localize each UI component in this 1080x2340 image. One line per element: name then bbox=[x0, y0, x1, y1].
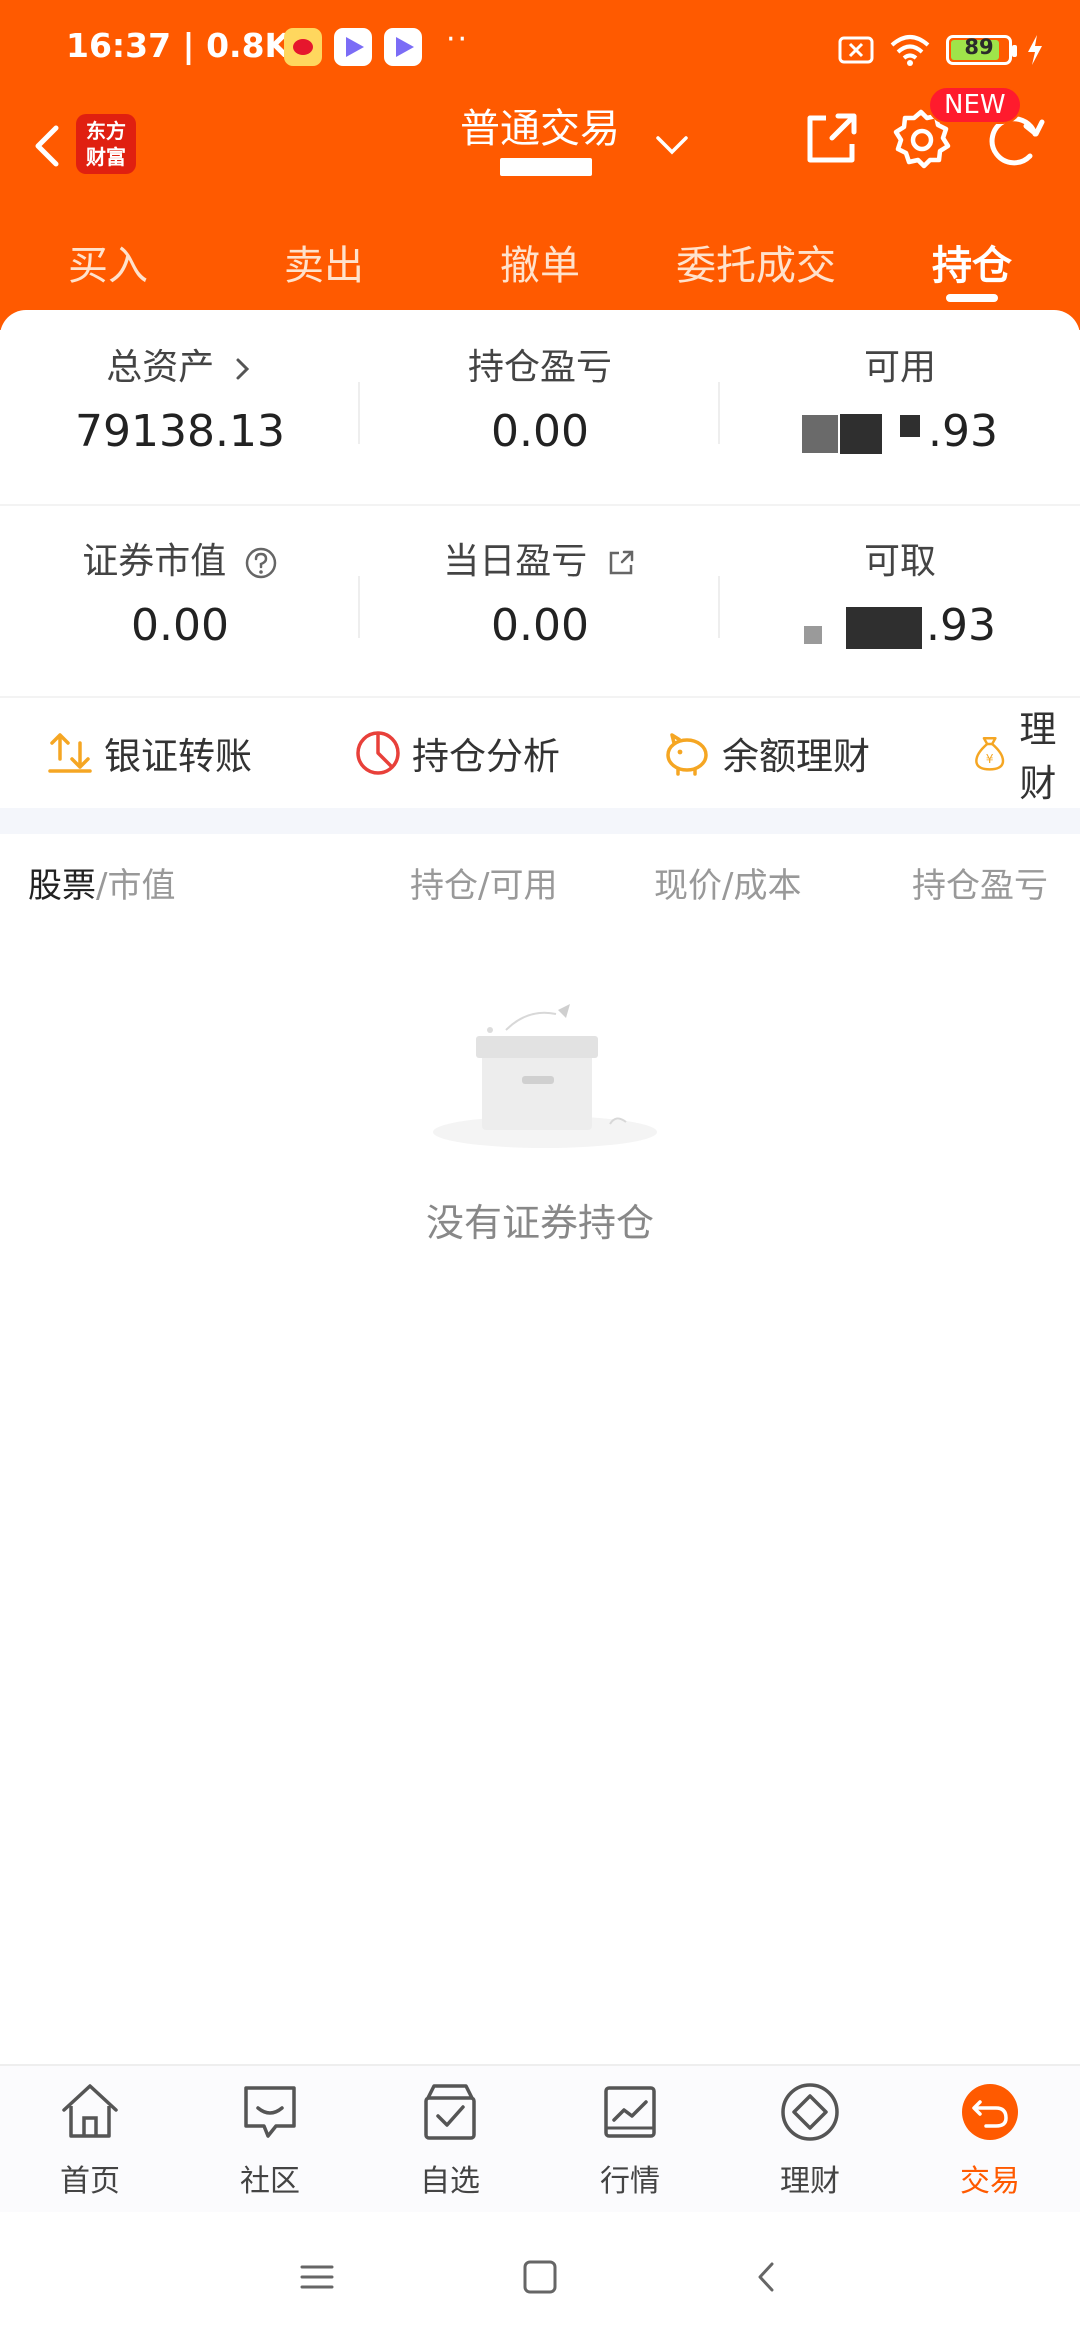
charging-icon bbox=[1028, 35, 1042, 65]
redaction-mask bbox=[804, 626, 822, 644]
brand-logo: 东方 财富 bbox=[76, 114, 136, 174]
column-stock-value[interactable]: 股票/市值 bbox=[28, 858, 175, 907]
status-bar: 16:37 | 0.8K/s ·· 89 bbox=[0, 0, 1080, 96]
market-icon bbox=[604, 2086, 656, 2138]
withdrawable-value: .93 bbox=[720, 598, 1080, 654]
new-badge: NEW bbox=[928, 86, 1022, 124]
money-bag-icon: ¥ bbox=[975, 737, 1005, 771]
pie-chart-icon bbox=[356, 731, 400, 775]
daily-pnl-label: 当日盈亏 bbox=[443, 541, 588, 582]
available-funds: 可用 .93 bbox=[720, 342, 1080, 460]
positions-table-header: 股票/市值 持仓/可用 现价/成本 持仓盈亏 bbox=[0, 834, 1080, 930]
bottom-nav-trade[interactable]: 交易 bbox=[900, 2080, 1080, 2200]
tab-orders[interactable]: 委托成交 bbox=[650, 226, 862, 306]
status-indicators: 89 bbox=[838, 30, 1044, 70]
header: 16:37 | 0.8K/s ·· 89 东方 财富 普通交易 NEW 买入 卖… bbox=[0, 0, 1080, 330]
svg-text:¥: ¥ bbox=[986, 752, 994, 766]
redaction-mask bbox=[846, 607, 922, 649]
battery-percent: 89 bbox=[964, 35, 994, 59]
system-nav-bar bbox=[0, 2212, 1080, 2340]
quick-actions: 银证转账 持仓分析 余额理财 ¥ 理财 bbox=[0, 696, 1080, 806]
total-assets-label: 总资产 bbox=[106, 347, 215, 388]
wealth-icon bbox=[781, 2083, 839, 2141]
bottom-nav-market[interactable]: 行情 bbox=[540, 2080, 720, 2200]
position-analysis-button[interactable]: 持仓分析 bbox=[354, 698, 560, 808]
available-label: 可用 bbox=[863, 347, 936, 388]
divider bbox=[0, 504, 1080, 506]
account-number-masked bbox=[500, 158, 592, 176]
bottom-nav-watchlist[interactable]: 自选 bbox=[360, 2080, 540, 2200]
bank-transfer-label: 银证转账 bbox=[104, 735, 252, 778]
community-icon bbox=[244, 2086, 296, 2138]
video-app-icon bbox=[334, 28, 372, 66]
tab-cancel[interactable]: 撤单 bbox=[470, 226, 610, 306]
bottom-nav-community[interactable]: 社区 bbox=[180, 2080, 360, 2200]
redaction-mask bbox=[802, 415, 838, 453]
menu-icon[interactable] bbox=[292, 2252, 342, 2302]
more-notifications-icon: ·· bbox=[446, 22, 470, 57]
total-assets-value: 79138.13 bbox=[75, 406, 285, 457]
back-icon[interactable] bbox=[20, 116, 80, 176]
back-nav-icon[interactable] bbox=[742, 2252, 792, 2302]
balance-wealth-label: 余额理财 bbox=[722, 735, 870, 778]
daily-pnl[interactable]: 当日盈亏 0.00 bbox=[360, 536, 720, 654]
section-gap bbox=[0, 808, 1080, 834]
securities-value-amount: 0.00 bbox=[131, 600, 229, 651]
balance-wealth-button[interactable]: 余额理财 bbox=[662, 698, 870, 808]
tab-bar: 买入 卖出 撤单 委托成交 持仓 bbox=[0, 216, 1080, 316]
chevron-down-icon[interactable] bbox=[652, 124, 692, 164]
tab-sell[interactable]: 卖出 bbox=[254, 226, 394, 306]
external-link-icon bbox=[609, 550, 633, 575]
nav-bar: 东方 财富 普通交易 NEW bbox=[0, 86, 1080, 216]
transfer-icon bbox=[48, 733, 92, 773]
empty-box-illustration bbox=[433, 1004, 657, 1148]
bank-transfer-button[interactable]: 银证转账 bbox=[46, 698, 252, 808]
column-holding-available[interactable]: 持仓/可用 bbox=[410, 858, 557, 907]
watchlist-icon bbox=[424, 2084, 476, 2140]
total-assets[interactable]: 总资产 79138.13 bbox=[0, 342, 360, 460]
wealth-label: 理财 bbox=[1019, 708, 1057, 805]
column-price-cost[interactable]: 现价/成本 bbox=[654, 858, 801, 907]
asset-summary-card: 总资产 79138.13 持仓盈亏 0.00 可用 .93 证券市值 0.00 … bbox=[0, 310, 1080, 696]
empty-state-message: 没有证券持仓 bbox=[425, 1201, 654, 1245]
tab-active-indicator bbox=[946, 294, 998, 302]
weibo-icon bbox=[284, 28, 322, 66]
daily-pnl-value: 0.00 bbox=[491, 600, 589, 651]
securities-value: 证券市值 0.00 bbox=[0, 536, 360, 654]
home-icon bbox=[62, 2084, 118, 2138]
withdrawable-funds: 可取 .93 bbox=[720, 536, 1080, 654]
page-title[interactable]: 普通交易 bbox=[430, 96, 650, 154]
bottom-nav-home[interactable]: 首页 bbox=[0, 2080, 180, 2200]
trade-icon bbox=[962, 2084, 1018, 2140]
column-position-pnl[interactable]: 持仓盈亏 bbox=[912, 858, 1048, 907]
help-icon[interactable] bbox=[244, 546, 278, 580]
chevron-right-icon bbox=[236, 358, 249, 380]
share-icon[interactable] bbox=[796, 104, 866, 174]
position-pnl-value: 0.00 bbox=[491, 406, 589, 457]
bottom-nav: 首页 社区 自选 行情 理财 交易 bbox=[0, 2064, 1080, 2212]
video-app-icon bbox=[384, 28, 422, 66]
position-pnl: 持仓盈亏 0.00 bbox=[360, 342, 720, 460]
position-pnl-label: 持仓盈亏 bbox=[467, 347, 612, 388]
sim-off-icon bbox=[838, 36, 874, 64]
available-value: .93 bbox=[720, 404, 1080, 460]
battery-icon: 89 bbox=[946, 35, 1017, 65]
piggy-bank-icon bbox=[666, 733, 708, 776]
redaction-mask bbox=[840, 414, 882, 454]
withdrawable-label: 可取 bbox=[863, 541, 936, 582]
position-analysis-label: 持仓分析 bbox=[412, 735, 560, 778]
wifi-icon bbox=[890, 35, 930, 66]
tab-buy[interactable]: 买入 bbox=[38, 226, 178, 306]
redaction-mask bbox=[900, 415, 920, 437]
bottom-nav-wealth[interactable]: 理财 bbox=[720, 2080, 900, 2200]
securities-value-label: 证券市值 bbox=[82, 541, 227, 582]
wealth-button[interactable]: ¥ 理财 bbox=[970, 698, 1080, 808]
home-button-icon[interactable] bbox=[515, 2252, 565, 2302]
